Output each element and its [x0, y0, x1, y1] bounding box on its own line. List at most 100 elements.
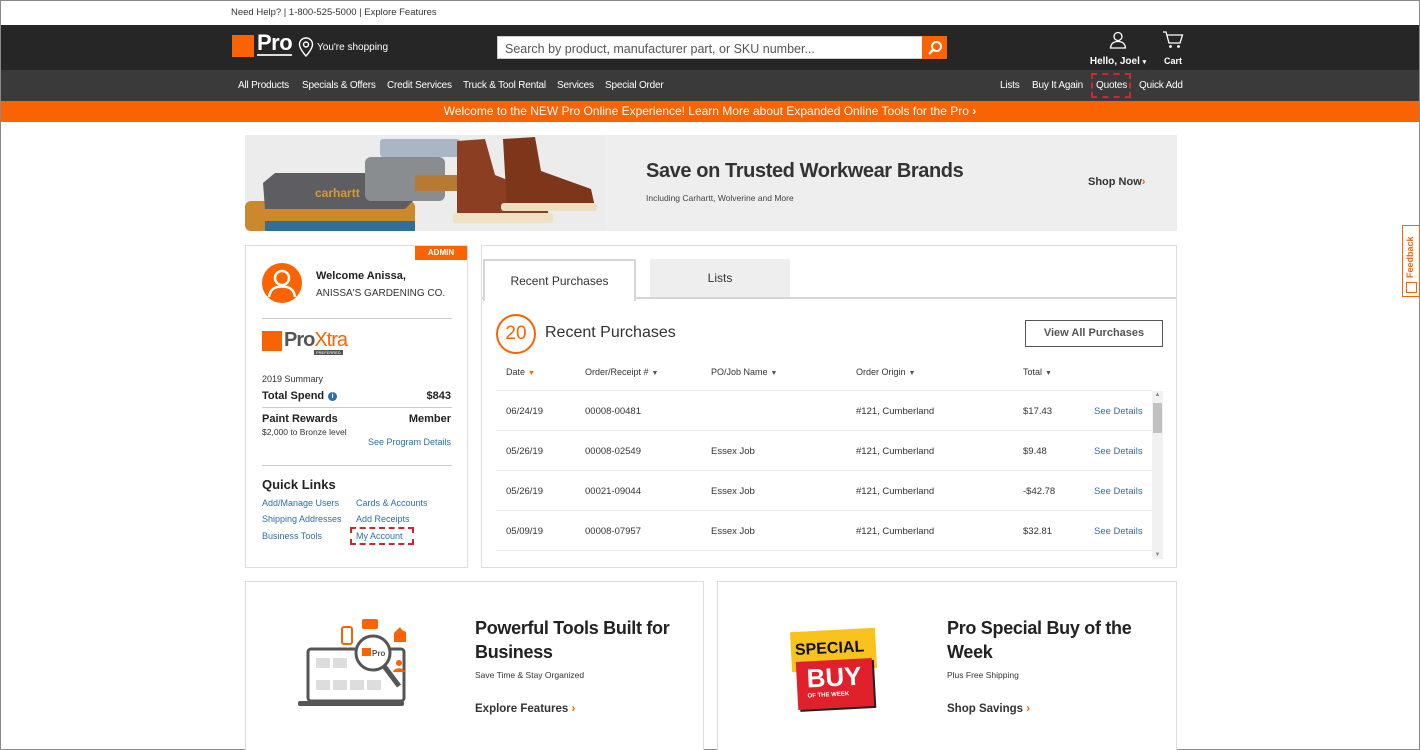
user-menu[interactable]: Hello, Joel ▾ [1083, 31, 1153, 67]
paint-rewards-progress: $2,000 to Bronze level [262, 427, 347, 437]
nav-credit-services[interactable]: Credit Services [387, 80, 452, 91]
cell-job: Essex Job [711, 486, 755, 497]
see-details-link[interactable]: See Details [1094, 406, 1143, 417]
cell-origin: #121, Cumberland [856, 526, 935, 537]
nav-lists[interactable]: Lists [1000, 80, 1020, 91]
promo-card-special-buy[interactable]: SPECIAL BUY OF THE WEEK Pro Special Buy … [717, 581, 1177, 750]
help-text[interactable]: Need Help? | 1-800-525-5000 | Explore Fe… [231, 7, 437, 18]
badge-mid-text: BUY [805, 660, 863, 694]
info-icon[interactable]: i [328, 391, 338, 401]
laptop-magnifier-icon: Pro [298, 619, 406, 706]
cell-job: Essex Job [711, 526, 755, 537]
scroll-up-icon[interactable]: ▲ [1152, 392, 1163, 398]
view-all-purchases-button[interactable]: View All Purchases [1025, 320, 1163, 347]
location-pin-icon[interactable] [298, 37, 314, 57]
scrollbar-thumb[interactable] [1153, 403, 1162, 433]
cell-order: 00008-00481 [585, 406, 641, 417]
pro-text: Pro [284, 329, 315, 351]
explore-features-link[interactable]: Explore Features › [475, 703, 575, 715]
svg-text:carhartt: carhartt [315, 186, 360, 200]
home-depot-logo [262, 331, 282, 351]
store-location-label[interactable]: You're shopping [317, 42, 388, 53]
pro-logo-text[interactable]: Pro [257, 32, 293, 56]
quick-link-cards-accounts[interactable]: Cards & Accounts [356, 498, 428, 508]
nav-services[interactable]: Services [557, 80, 594, 91]
sort-caret-icon: ▼ [770, 370, 778, 377]
quick-link-add-receipts[interactable]: Add Receipts [356, 514, 410, 524]
column-header-date[interactable]: Date ▼ [506, 367, 535, 377]
quick-link-shipping-addresses[interactable]: Shipping Addresses [262, 514, 342, 524]
tab-recent-purchases[interactable]: Recent Purchases [483, 259, 636, 301]
account-card: ADMIN Welcome Anissa, ANISSA'S GARDENING… [245, 245, 468, 568]
cart-button[interactable]: Cart [1159, 31, 1187, 66]
hero-title: Save on Trusted Workwear Brands [646, 160, 964, 182]
cell-date: 05/26/19 [506, 486, 543, 497]
company-name: ANISSA'S GARDENING CO. [316, 288, 446, 299]
home-depot-logo[interactable] [232, 35, 254, 57]
tier-label: PREFERRED [314, 350, 343, 355]
util-bar: Need Help? | 1-800-525-5000 | Explore Fe… [1, 1, 1419, 25]
badge-top-text: SPECIAL [794, 638, 865, 660]
chevron-right-icon: › [1141, 176, 1146, 188]
nav-all-products[interactable]: All Products [238, 80, 289, 91]
paint-rewards-label: Paint Rewards [262, 413, 338, 425]
see-details-link[interactable]: See Details [1094, 526, 1143, 537]
cell-date: 06/24/19 [506, 406, 543, 417]
search-input[interactable]: Search by product, manufacturer part, or… [497, 36, 923, 59]
column-header-job[interactable]: PO/Job Name ▼ [711, 367, 777, 377]
promo-title: Powerful Tools Built for Business [475, 618, 670, 662]
promo-text: Welcome to the NEW Pro Online Experience… [443, 104, 969, 118]
quick-link-manage-users[interactable]: Add/Manage Users [262, 498, 339, 508]
column-header-origin[interactable]: Order Origin ▼ [856, 367, 915, 377]
nav-buy-it-again[interactable]: Buy It Again [1032, 80, 1083, 91]
shop-savings-link[interactable]: Shop Savings › [947, 703, 1030, 715]
user-icon [1109, 31, 1127, 49]
column-header-total[interactable]: Total ▼ [1023, 367, 1052, 377]
divider [262, 407, 452, 408]
column-label: Order Origin [856, 367, 906, 377]
explore-features-label: Explore Features [475, 703, 569, 715]
promo-subtitle: Plus Free Shipping [947, 670, 1019, 680]
feedback-tab[interactable]: Feedback [1402, 225, 1420, 297]
column-label: Order/Receipt # [585, 367, 649, 377]
chevron-right-icon: › [972, 104, 977, 118]
purchases-panel: Recent Purchases Lists 20 Recent Purchas… [481, 245, 1177, 568]
avatar [262, 263, 302, 303]
promo-banner[interactable]: Welcome to the NEW Pro Online Experience… [1, 101, 1419, 122]
sort-caret-icon: ▼ [651, 370, 659, 377]
table-scrollbar[interactable]: ▲ ▼ [1152, 391, 1163, 559]
quick-link-business-tools[interactable]: Business Tools [262, 531, 322, 541]
quotes-highlight [1091, 73, 1131, 98]
total-spend-text: Total Spend [262, 390, 325, 402]
welcome-text: Welcome Anissa, [316, 270, 406, 282]
scroll-down-icon[interactable]: ▼ [1152, 552, 1163, 558]
table-row: 06/24/19 00008-00481 #121, Cumberland $1… [496, 390, 1152, 430]
cell-date: 05/26/19 [506, 446, 543, 457]
total-spend-value: $843 [426, 390, 451, 402]
search-button[interactable] [922, 36, 947, 59]
column-header-order[interactable]: Order/Receipt # ▼ [585, 367, 658, 377]
nav-truck-tool-rental[interactable]: Truck & Tool Rental [463, 80, 546, 91]
shop-now-label: Shop Now [1088, 176, 1142, 188]
tab-lists[interactable]: Lists [650, 259, 790, 297]
see-details-link[interactable]: See Details [1094, 486, 1143, 497]
promo-card-tools[interactable]: Pro Powerful Tools Built for Business Sa… [245, 581, 704, 750]
cart-label: Cart [1163, 56, 1182, 66]
cell-total: $17.43 [1023, 406, 1053, 417]
user-greeting: Hello, Joel [1089, 56, 1140, 67]
cell-origin: #121, Cumberland [856, 486, 935, 497]
shop-now-link[interactable]: Shop Now› [1088, 176, 1145, 188]
table-row: 05/26/19 00008-02549 Essex Job #121, Cum… [496, 430, 1152, 470]
workwear-image: carhartt [245, 135, 605, 231]
admin-badge: ADMIN [415, 246, 467, 260]
program-details-link[interactable]: See Program Details [368, 437, 451, 447]
search-icon [927, 40, 942, 55]
hero-banner[interactable]: carhartt Save on Trusted Workwear Brands… [245, 135, 1177, 231]
nav-special-order[interactable]: Special Order [605, 80, 664, 91]
svg-text:Pro: Pro [372, 649, 385, 658]
nav-quick-add[interactable]: Quick Add [1139, 80, 1183, 91]
see-details-link[interactable]: See Details [1094, 446, 1143, 457]
table-row-divider [496, 550, 1152, 560]
feedback-edit-icon [1406, 282, 1417, 293]
nav-specials-offers[interactable]: Specials & Offers [302, 80, 376, 91]
